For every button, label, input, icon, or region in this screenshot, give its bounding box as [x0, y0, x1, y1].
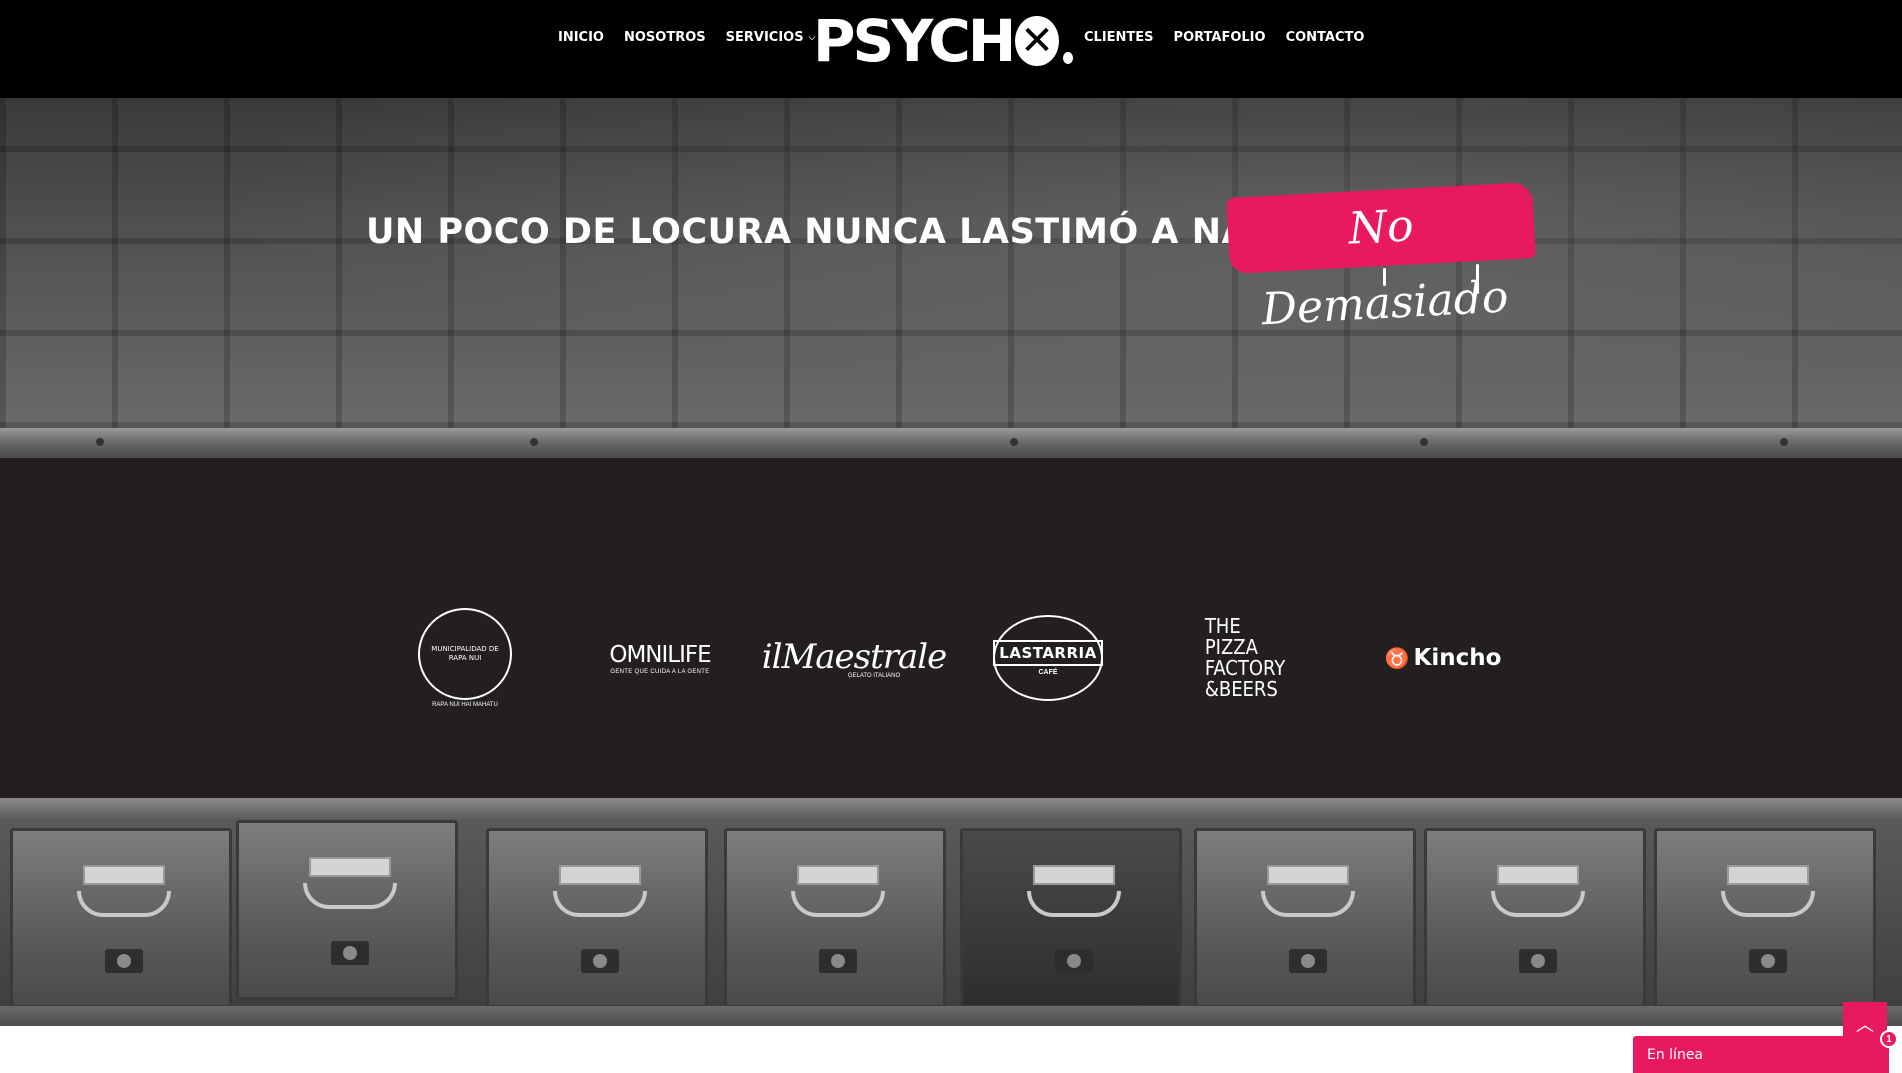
header-zigzag-edge — [0, 90, 1902, 100]
client-logo-lastarria[interactable]: LASTARRIA CAFÉ — [993, 608, 1103, 708]
client-logo-omnilife[interactable]: OMNILIFE GENTE QUE CUIDA A LA GENTE — [600, 608, 720, 708]
nav-left: INICIO NOSOTROS SERVICIOS ⌵ — [558, 30, 815, 45]
drawers-banner — [0, 798, 1902, 1026]
drawer — [1654, 828, 1876, 1008]
chat-widget[interactable]: En línea — [1633, 1036, 1889, 1073]
site-logo[interactable]: PSYCH ✕ — [813, 12, 1073, 70]
stamp-drip — [1383, 268, 1386, 286]
client-logo-pizza-factory[interactable]: THE PIZZA FACTORY &BEERS — [1204, 608, 1286, 708]
nav-right: CLIENTES PORTAFOLIO CONTACTO — [1084, 30, 1364, 45]
chat-notification-badge: 1 — [1880, 1030, 1898, 1048]
page-bottom-band — [0, 1026, 1902, 1073]
nav-item-clientes[interactable]: CLIENTES — [1084, 30, 1154, 45]
client-logo-il-maestrale[interactable]: ilMaestrale GELATO ITALIANO — [762, 608, 948, 708]
bolt — [1780, 438, 1788, 446]
omnilife-name: OMNILIFE — [609, 641, 711, 668]
chat-status-label: En línea — [1647, 1046, 1704, 1063]
stamp-drip — [1476, 264, 1479, 294]
omnilife-tagline: GENTE QUE CUIDA A LA GENTE — [610, 668, 710, 675]
hero-section: UN POCO DE LOCURA NUNCA LASTIMÓ A NADIE.… — [0, 98, 1902, 428]
nav-item-contacto[interactable]: CONTACTO — [1286, 30, 1365, 45]
logo-dot — [1062, 52, 1073, 64]
client-logo-kincho[interactable]: ♉ Kincho — [1384, 608, 1502, 708]
nav-item-servicios-label: SERVICIOS — [725, 30, 804, 45]
chevron-up-icon: ︿ — [1856, 1015, 1874, 1035]
drawer — [1194, 828, 1416, 1008]
client-logo-rapa-nui[interactable]: MUNICIPALIDAD DE RAPA NUI RAPA NUI HAI M… — [415, 608, 515, 708]
pizza-factory-name: THE PIZZA FACTORY &BEERS — [1204, 614, 1286, 701]
bolt — [96, 438, 104, 446]
hero-tagline: UN POCO DE LOCURA NUNCA LASTIMÓ A NADIE.… — [366, 212, 1358, 252]
bull-head-icon: ♉ — [1384, 647, 1410, 670]
logo-wordmark: PSYCH — [813, 7, 1016, 75]
site-header: INICIO NOSOTROS SERVICIOS ⌵ PSYCH ✕ CLIE… — [0, 0, 1902, 100]
kincho-row: ♉ Kincho — [1385, 645, 1502, 671]
nav-item-inicio[interactable]: INICIO — [558, 30, 604, 45]
metal-strip-divider — [0, 428, 1902, 458]
drawer — [724, 828, 946, 1008]
nav-item-portafolio[interactable]: PORTAFOLIO — [1174, 30, 1266, 45]
drawer — [10, 828, 232, 1008]
hero-stamp: No Demasiado — [1226, 182, 1536, 335]
rapa-nui-name: MUNICIPALIDAD DE RAPA NUI — [431, 645, 499, 662]
logo-x-icon: ✕ — [1015, 16, 1059, 66]
rapa-nui-seal: MUNICIPALIDAD DE RAPA NUI — [418, 608, 512, 700]
bolt — [1420, 438, 1428, 446]
drawer-bottom-rail — [0, 1006, 1902, 1026]
drawer — [486, 828, 708, 1008]
drawer — [236, 820, 458, 1000]
lastarria-badge: LASTARRIA CAFÉ — [993, 615, 1103, 701]
nav-item-nosotros[interactable]: NOSOTROS — [624, 30, 706, 45]
maestrale-tagline: GELATO ITALIANO — [847, 673, 901, 679]
lastarria-name: LASTARRIA — [993, 640, 1103, 666]
drawer — [1424, 828, 1646, 1008]
lastarria-subtitle: CAFÉ — [1038, 669, 1058, 676]
clients-section: MUNICIPALIDAD DE RAPA NUI RAPA NUI HAI M… — [0, 458, 1902, 798]
rapa-nui-subtitle: RAPA NUI HAI MAHATU — [432, 702, 498, 708]
bolt — [1010, 438, 1018, 446]
kincho-name: Kincho — [1413, 645, 1502, 671]
maestrale-name: ilMaestrale — [761, 637, 948, 677]
bolt — [530, 438, 538, 446]
drawer — [960, 828, 1182, 1008]
nav-item-servicios[interactable]: SERVICIOS ⌵ — [726, 30, 816, 45]
drawer-top-rail — [0, 798, 1902, 820]
